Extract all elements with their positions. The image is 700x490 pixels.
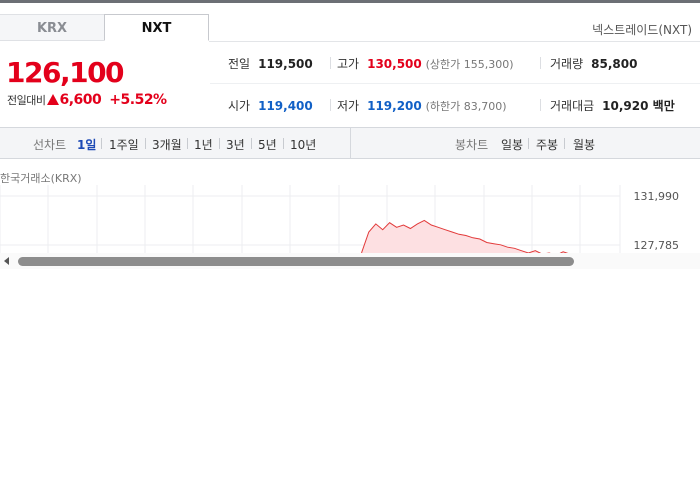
period-5y[interactable]: 5년 — [258, 136, 277, 153]
info-volume: 거래량 85,800 — [550, 55, 637, 72]
period-1y[interactable]: 1년 — [194, 136, 213, 153]
candle-daily[interactable]: 일봉 — [501, 136, 523, 153]
period-10y[interactable]: 10년 — [290, 136, 316, 153]
y-tick-label: 127,785 — [633, 239, 680, 252]
period-3m[interactable]: 3개월 — [152, 136, 182, 153]
tabs-underline — [209, 41, 700, 42]
scroll-left-arrow-icon[interactable] — [4, 257, 9, 265]
current-price: 126,100 — [6, 56, 125, 89]
info-divider — [540, 99, 541, 111]
info-divider — [330, 57, 331, 69]
lower-limit: (하한가 83,700) — [425, 100, 507, 113]
prev-close-value: 119,500 — [258, 57, 313, 71]
low-label: 저가 — [337, 99, 360, 113]
period-divider — [145, 138, 146, 149]
open-value: 119,400 — [258, 99, 313, 113]
info-row-divider — [210, 83, 700, 84]
period-divider — [251, 138, 252, 149]
info-high: 고가 130,500 (상한가 155,300) — [337, 55, 514, 72]
info-open: 시가 119,400 — [228, 97, 313, 114]
low-value: 119,200 — [367, 99, 422, 113]
price-change: 전일대비 6,600 +5.52% — [7, 92, 167, 108]
triangle-up-icon — [47, 94, 60, 105]
period-3y[interactable]: 3년 — [226, 136, 245, 153]
high-value: 130,500 — [367, 57, 422, 71]
period-divider — [187, 138, 188, 149]
candle-weekly[interactable]: 주봉 — [536, 136, 558, 153]
open-label: 시가 — [228, 99, 251, 113]
period-divider — [564, 138, 565, 149]
tab-nxt[interactable]: NXT — [104, 14, 209, 41]
prev-close-label: 전일 — [228, 57, 251, 71]
period-bar-separator — [350, 128, 351, 158]
change-amount: 6,600 — [59, 92, 102, 108]
trade-value-value: 10,920 백만 — [602, 99, 675, 113]
change-label: 전일대비 — [7, 94, 46, 107]
price-chart — [0, 185, 621, 255]
volume-value: 85,800 — [591, 57, 638, 71]
candle-monthly[interactable]: 월봉 — [573, 136, 595, 153]
info-divider — [330, 99, 331, 111]
period-1d[interactable]: 1일 — [77, 136, 96, 153]
period-divider — [528, 138, 529, 149]
top-border — [0, 0, 700, 3]
info-divider — [540, 57, 541, 69]
chart-period-bar: 선차트 1일 1주일 3개월 1년 3년 5년 10년 봉차트 일봉 주봉 월봉 — [0, 128, 700, 159]
scrollbar-thumb[interactable] — [18, 257, 574, 266]
y-tick-label: 131,990 — [633, 190, 680, 203]
period-divider — [219, 138, 220, 149]
chart-source: 한국거래소(KRX) — [0, 172, 82, 185]
candle-chart-title: 봉차트 — [455, 138, 489, 152]
info-trade-value: 거래대금 10,920 백만 — [550, 97, 675, 114]
change-rate: +5.52% — [109, 92, 167, 108]
info-prev-close: 전일 119,500 — [228, 55, 313, 72]
info-low: 저가 119,200 (하한가 83,700) — [337, 97, 507, 114]
trade-value-label: 거래대금 — [550, 99, 595, 113]
price-area-fill — [348, 220, 570, 255]
line-chart-title: 선차트 — [33, 138, 67, 152]
tab-krx[interactable]: KRX — [0, 14, 105, 41]
volume-label: 거래량 — [550, 57, 584, 71]
period-divider — [283, 138, 284, 149]
high-label: 고가 — [337, 57, 360, 71]
upper-limit: (상한가 155,300) — [425, 58, 514, 71]
period-divider — [101, 138, 102, 149]
period-1w[interactable]: 1주일 — [109, 136, 139, 153]
exchange-label: 넥스트레이드(NXT) — [592, 23, 692, 37]
